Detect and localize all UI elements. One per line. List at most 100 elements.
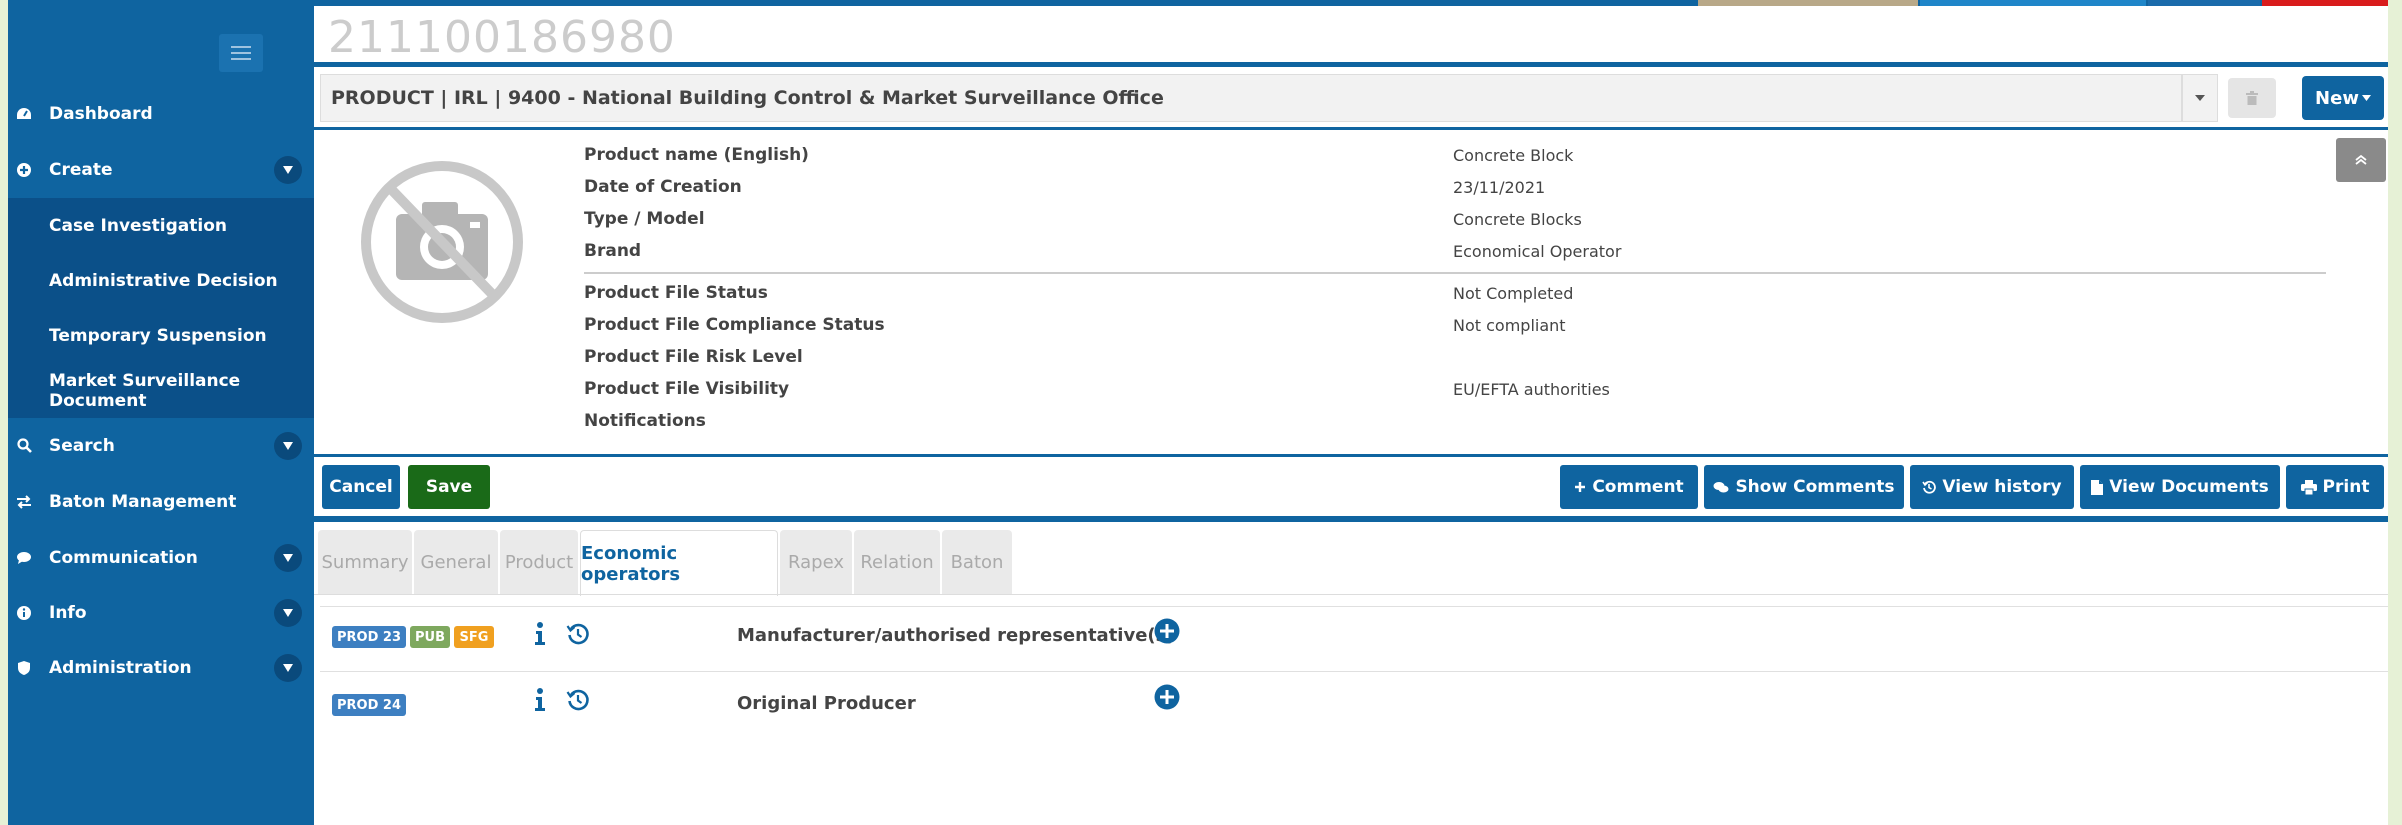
dashboard-icon [16,106,32,122]
sidebar-item-info[interactable]: Info [8,585,314,640]
caret-down-icon [2361,95,2371,101]
right-frame [2388,0,2402,825]
info-icon[interactable] [534,622,546,646]
tab-summary[interactable]: Summary [318,530,412,594]
tab-baton[interactable]: Baton [942,530,1012,594]
sidebar-item-administrative-decision[interactable]: Administrative Decision [8,253,314,308]
sidebar-item-case-investigation[interactable]: Case Investigation [8,198,314,253]
comment-button[interactable]: Comment [1560,465,1698,509]
actions-divider [314,516,2388,522]
tab-general[interactable]: General [414,530,498,594]
chevron-down-icon[interactable] [274,543,302,572]
sidebar-item-administration[interactable]: Administration [8,640,314,695]
view-history-button[interactable]: View history [1910,465,2074,509]
sidebar-item-label: Baton Management [49,491,237,512]
sidebar-item-label: Administrative Decision [49,270,278,291]
tab-label: Economic operators [581,542,681,585]
tab-product[interactable]: Product [500,530,578,594]
header-divider [314,62,2388,67]
sidebar-item-label: Market Surveillance Document [49,370,241,411]
top-strip-segment [2148,0,2260,6]
prod-badge: PROD 24 [332,694,406,716]
sidebar-item-market-surveillance-document[interactable]: Market Surveillance Document [8,363,314,418]
sidebar-item-temporary-suspension[interactable]: Temporary Suspension [8,308,314,363]
chevron-down-icon[interactable] [274,155,302,184]
sidebar-item-label: Administration [49,657,192,678]
tab-economic-operators[interactable]: Economic operators [580,530,778,596]
operator-role-title: Manufacturer/authorised representative(s… [737,625,1175,646]
sidebar-item-label: Dashboard [49,103,153,124]
sidebar-item-create[interactable]: Create [8,142,314,197]
chevron-down-icon[interactable] [274,431,302,460]
sfg-badge: SFG [454,626,494,648]
main-content: 211100186980 PRODUCT | IRL | 9400 - Nati… [314,0,2388,825]
history-icon[interactable] [566,622,590,646]
sidebar-item-baton-management[interactable]: Baton Management [8,474,314,529]
brand-label: Brand [584,241,642,261]
chevron-down-icon[interactable] [274,653,302,682]
hamburger-icon [231,46,251,60]
menu-toggle-button[interactable] [219,34,263,72]
sidebar-item-label: Info [49,602,87,623]
info-icon[interactable] [534,688,546,712]
sidebar-item-label: Create [49,159,113,180]
tab-label: Relation [860,551,934,573]
search-icon [16,438,32,454]
show-comments-button-label: Show Comments [1735,477,1895,497]
sidebar-item-dashboard[interactable]: Dashboard [8,86,314,141]
plus-circle-icon [16,162,32,178]
print-button[interactable]: Print [2286,465,2384,509]
show-comments-button[interactable]: Show Comments [1704,465,1904,509]
view-documents-button-label: View Documents [2109,477,2269,497]
tab-label: Rapex [788,551,844,573]
visibility-label: Product File Visibility [584,379,790,399]
double-chevron-up-icon [2355,154,2367,165]
prod-badge: PROD 23 [332,626,406,648]
top-strip-segment [1920,0,2146,6]
chevron-down-icon[interactable] [274,598,302,627]
case-number: 211100186980 [328,12,676,63]
risk-level-label: Product File Risk Level [584,347,803,367]
sidebar-item-search[interactable]: Search [8,418,314,473]
add-circle-icon[interactable] [1154,618,1180,644]
no-photo-icon [358,152,526,332]
print-button-label: Print [2322,477,2370,497]
visibility-value: EU/EFTA authorities [1453,380,1610,399]
compliance-status-value: Not compliant [1453,316,1566,335]
document-icon [2091,479,2104,495]
save-button[interactable]: Save [408,465,490,509]
type-model-value: Concrete Blocks [1453,210,1582,229]
new-button[interactable]: New [2302,76,2384,120]
details-bottom-divider [314,454,2388,457]
tab-label: General [420,551,492,573]
file-status-value: Not Completed [1453,284,1574,303]
history-icon[interactable] [566,688,590,712]
info-circle-icon [16,605,32,621]
pub-badge: PUB [410,626,450,648]
tab-relation[interactable]: Relation [854,530,940,594]
add-circle-icon[interactable] [1154,684,1180,710]
sidebar-item-communication[interactable]: Communication [8,530,314,585]
operator-role-title: Original Producer [737,693,916,714]
sidebar-item-label: Communication [49,547,198,568]
sidebar-item-label: Search [49,435,115,456]
date-of-creation-value: 23/11/2021 [1453,178,1546,197]
save-button-label: Save [425,477,473,497]
product-dropdown-button[interactable] [2182,74,2218,122]
history-icon [1922,480,1937,494]
type-model-label: Type / Model [584,209,705,229]
compliance-status-label: Product File Compliance Status [584,315,885,335]
product-name-label: Product name (English) [584,145,809,165]
tab-rapex[interactable]: Rapex [780,530,852,594]
collapse-details-button[interactable] [2336,138,2386,182]
caret-down-icon [2195,95,2205,101]
delete-button[interactable] [2228,78,2276,118]
comments-icon [1713,481,1729,492]
shield-icon [16,660,32,676]
new-button-label: New [2315,87,2359,109]
view-documents-button[interactable]: View Documents [2080,465,2280,509]
cancel-button[interactable]: Cancel [322,465,400,509]
top-strip-segment [1698,0,1918,6]
product-selector[interactable]: PRODUCT | IRL | 9400 - National Building… [320,74,2182,122]
trash-icon [2246,91,2258,105]
